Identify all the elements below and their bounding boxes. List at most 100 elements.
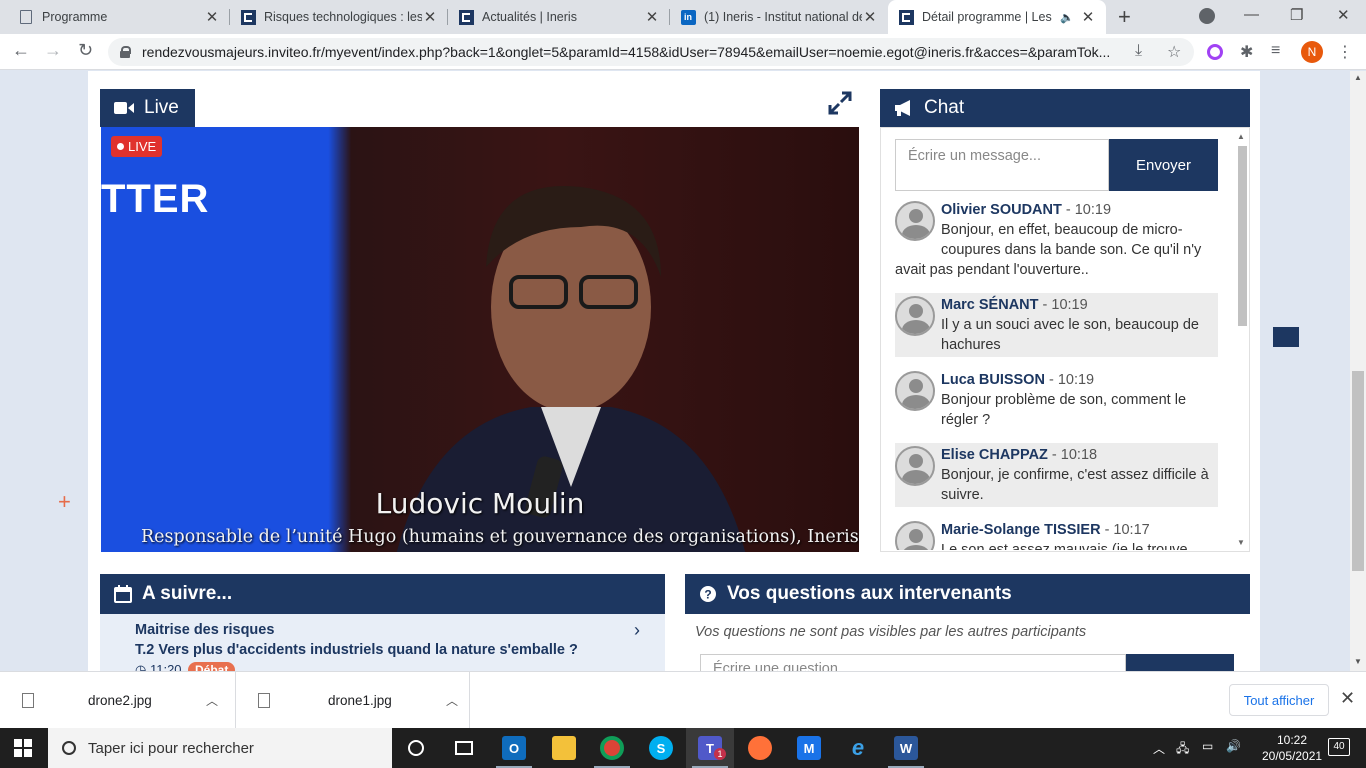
chevron-up-icon[interactable]: ︿ xyxy=(446,692,458,709)
fullscreen-expand-icon[interactable] xyxy=(826,89,854,117)
message-author: Elise CHAPPAZ xyxy=(941,447,1048,463)
plus-icon[interactable]: + xyxy=(58,489,71,515)
chat-title: Chat xyxy=(924,97,965,118)
speaker-icon[interactable]: 🔈 xyxy=(1060,11,1074,24)
page-content: + Live TTER LIVE Ludovic Moulin Responsa… xyxy=(0,71,1350,671)
back-icon[interactable]: ← xyxy=(12,40,30,61)
chat-message-input[interactable]: Écrire un message... xyxy=(895,139,1109,191)
scroll-up-icon[interactable]: ▲ xyxy=(1237,132,1245,141)
chat-message: Luca BUISSON - 10:19 Bonjour problème de… xyxy=(895,368,1218,432)
download-item[interactable]: drone1.jpg ︿ xyxy=(236,672,470,729)
skype-icon[interactable]: S xyxy=(637,728,685,768)
word-icon[interactable]: W xyxy=(882,728,930,768)
side-toggle-button[interactable] xyxy=(1273,327,1299,347)
system-clock[interactable]: 10:22 20/05/2021 xyxy=(1262,732,1322,764)
teams-icon[interactable]: T1 xyxy=(686,728,734,768)
avatar xyxy=(895,521,935,550)
cortana-icon[interactable] xyxy=(392,728,440,768)
puzzle-extensions-icon[interactable]: ✱ xyxy=(1240,42,1253,62)
tab-programme[interactable]: Programme ✕ xyxy=(8,0,230,34)
clock-date: 20/05/2021 xyxy=(1262,749,1323,763)
tab-title: Risques technologiques : les r xyxy=(264,10,422,24)
network-icon[interactable]: 🖧 xyxy=(1176,739,1189,760)
chrome-icon[interactable] xyxy=(588,728,636,768)
questions-panel: Vos questions ne sont pas visibles par l… xyxy=(685,614,1250,671)
close-icon[interactable]: ✕ xyxy=(1340,688,1355,709)
file-explorer-icon[interactable] xyxy=(540,728,588,768)
message-text: Bonjour problème de son, comment le régl… xyxy=(941,392,1187,428)
chat-scrollbar[interactable]: ▲ ▼ xyxy=(1236,132,1249,550)
show-all-downloads-button[interactable]: Tout afficher xyxy=(1229,684,1329,716)
close-icon[interactable]: ✕ xyxy=(422,8,438,26)
tab-risques[interactable]: Risques technologiques : les r ✕ xyxy=(230,0,448,34)
window-close-icon[interactable]: ✕ xyxy=(1337,6,1350,24)
forward-icon[interactable]: → xyxy=(44,40,62,61)
address-bar[interactable]: rendezvousmajeurs.inviteo.fr/myevent/ind… xyxy=(108,38,1194,66)
tab-title: (1) Ineris - Institut national de xyxy=(704,10,862,24)
chevron-up-icon[interactable]: ︿ xyxy=(1153,740,1165,757)
battery-icon[interactable]: ▭ xyxy=(1202,739,1213,753)
scroll-thumb[interactable] xyxy=(1352,371,1364,571)
search-icon xyxy=(62,741,76,755)
live-tab[interactable]: Live xyxy=(100,89,195,127)
extension-icon[interactable] xyxy=(1207,44,1223,60)
message-time: - 10:19 xyxy=(1038,297,1088,313)
live-badge-label: LIVE xyxy=(128,139,157,154)
question-input[interactable]: Écrire une question... xyxy=(700,654,1126,671)
linkedin-icon: in xyxy=(680,9,696,25)
live-dot-icon xyxy=(117,143,124,150)
task-view-icon[interactable] xyxy=(440,728,488,768)
volume-icon[interactable]: 🔊 xyxy=(1226,739,1241,753)
app-m-icon[interactable]: M xyxy=(785,728,833,768)
browser-toolbar: ← → ↻ rendezvousmajeurs.inviteo.fr/myeve… xyxy=(0,34,1366,70)
browser-tab-strip: Programme ✕ Risques technologiques : les… xyxy=(0,0,1366,34)
close-icon[interactable]: ✕ xyxy=(204,8,220,26)
media-control-icon[interactable]: ≡ xyxy=(1271,42,1280,60)
tab-linkedin[interactable]: in (1) Ineris - Institut national de ✕ xyxy=(670,0,888,34)
browser-menu-icon[interactable]: ⋮ xyxy=(1337,42,1353,62)
lock-icon[interactable] xyxy=(120,46,131,58)
outlook-icon[interactable]: O xyxy=(490,728,538,768)
maximize-icon[interactable]: ❐ xyxy=(1290,6,1303,24)
download-bar: drone2.jpg ︿ drone1.jpg ︿ Tout afficher … xyxy=(0,671,1366,729)
close-icon[interactable]: ✕ xyxy=(644,8,660,26)
scroll-down-icon[interactable]: ▼ xyxy=(1354,657,1362,666)
firefox-icon[interactable] xyxy=(736,728,784,768)
bookmark-star-icon[interactable]: ☆ xyxy=(1167,42,1181,62)
taskbar-search-placeholder: Taper ici pour rechercher xyxy=(88,739,254,757)
next-session-item[interactable]: Maitrise des risques T.2 Vers plus d'acc… xyxy=(100,614,665,671)
live-video-player[interactable]: TTER LIVE Ludovic Moulin Responsable de … xyxy=(101,127,859,552)
video-camera-icon xyxy=(114,102,134,114)
download-item[interactable]: drone2.jpg ︿ xyxy=(0,672,236,729)
new-tab-icon[interactable]: + xyxy=(1118,4,1131,30)
scroll-down-icon[interactable]: ▼ xyxy=(1237,538,1245,547)
reload-icon[interactable]: ↻ xyxy=(78,40,93,61)
tab-actualites[interactable]: Actualités | Ineris ✕ xyxy=(448,0,670,34)
internet-explorer-icon[interactable]: e xyxy=(834,728,882,768)
avatar xyxy=(895,201,935,241)
page-scrollbar[interactable]: ▲ ▼ xyxy=(1350,71,1366,671)
profile-avatar[interactable]: N xyxy=(1301,41,1323,63)
tab-search-icon[interactable] xyxy=(1199,8,1215,24)
message-time: - 10:19 xyxy=(1061,202,1112,218)
live-badge: LIVE xyxy=(111,136,163,157)
avatar xyxy=(895,371,935,411)
close-icon[interactable]: ✕ xyxy=(1080,8,1096,26)
minimize-icon[interactable]: — xyxy=(1244,6,1259,23)
windows-start-icon[interactable] xyxy=(14,739,32,757)
scroll-up-icon[interactable]: ▲ xyxy=(1354,73,1362,82)
scroll-thumb[interactable] xyxy=(1238,146,1247,326)
tab-detail-programme[interactable]: Détail programme | Les n 🔈 ✕ xyxy=(888,0,1106,34)
taskbar-search[interactable]: Taper ici pour rechercher xyxy=(48,728,392,768)
message-time: - 10:19 xyxy=(1044,372,1095,388)
chevron-right-icon[interactable]: › xyxy=(634,620,640,641)
chevron-up-icon[interactable]: ︿ xyxy=(206,692,218,709)
close-icon[interactable]: ✕ xyxy=(862,8,878,26)
session-time-value: 11:20 xyxy=(149,662,182,671)
send-button[interactable]: Envoyer xyxy=(1109,139,1218,191)
notification-center-icon[interactable]: 40 xyxy=(1328,738,1350,756)
submit-question-button[interactable] xyxy=(1126,654,1234,671)
install-icon[interactable]: ⤓ xyxy=(1135,42,1142,60)
avatar xyxy=(895,446,935,486)
questions-header: ? Vos questions aux intervenants xyxy=(685,574,1250,614)
